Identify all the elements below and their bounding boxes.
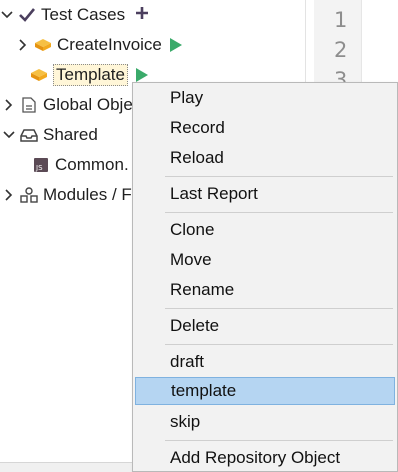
menu-item-draft[interactable]: draft: [135, 348, 395, 376]
tree-node-label: CreateInvoice: [57, 35, 162, 54]
tree-node-label: Modules / F: [43, 185, 132, 204]
chevron-right-icon[interactable]: [2, 187, 16, 203]
menu-separator: [165, 440, 393, 441]
tree-node-template[interactable]: Template: [30, 62, 148, 88]
tree-node-label: Common.: [55, 155, 129, 174]
menu-item-add-repository-object[interactable]: Add Repository Object: [135, 444, 395, 472]
tree-node-label: Test Cases: [41, 5, 126, 24]
document-icon: [20, 96, 38, 114]
menu-item-template[interactable]: template: [135, 377, 395, 405]
play-icon[interactable]: [169, 38, 182, 52]
menu-item-play[interactable]: Play: [135, 84, 395, 112]
tree-node-shared[interactable]: Shared: [2, 122, 98, 148]
test-case-icon: [30, 66, 48, 84]
line-number: 1: [334, 8, 348, 32]
menu-item-delete[interactable]: Delete: [135, 312, 395, 340]
inbox-icon: [20, 126, 38, 144]
svg-text:JS: JS: [35, 164, 43, 172]
play-icon[interactable]: [135, 68, 148, 82]
menu-separator: [165, 308, 393, 309]
context-menu: Play Record Reload Last Report Clone Mov…: [132, 82, 398, 472]
plus-icon[interactable]: [135, 5, 149, 25]
line-number: 2: [334, 38, 348, 62]
menu-item-clone[interactable]: Clone: [135, 216, 395, 244]
menu-item-reload[interactable]: Reload: [135, 144, 395, 172]
menu-separator: [165, 212, 393, 213]
tree-node-label: Shared: [43, 125, 98, 144]
menu-separator: [165, 344, 393, 345]
test-case-icon: [34, 36, 52, 54]
tree-node-label: Global Obje: [43, 95, 133, 114]
chevron-right-icon[interactable]: [2, 97, 16, 113]
tree-node-modules[interactable]: Modules / F: [2, 182, 132, 208]
chevron-down-icon[interactable]: [0, 7, 14, 23]
modules-icon: [20, 186, 38, 204]
checkmark-icon: [18, 6, 36, 24]
tree-node-create-invoice[interactable]: CreateInvoice: [16, 32, 182, 58]
menu-separator: [165, 176, 393, 177]
menu-item-move[interactable]: Move: [135, 246, 395, 274]
tree-node-common[interactable]: JS Common.: [32, 152, 129, 178]
tree-node-label: Template: [53, 64, 128, 86]
menu-item-skip[interactable]: skip: [135, 408, 395, 436]
menu-item-rename[interactable]: Rename: [135, 276, 395, 304]
tree-node-test-cases[interactable]: Test Cases: [0, 2, 149, 28]
chevron-right-icon[interactable]: [16, 37, 30, 53]
javascript-file-icon: JS: [32, 156, 50, 174]
chevron-down-icon[interactable]: [2, 127, 16, 143]
tree-node-global-objects[interactable]: Global Obje: [2, 92, 133, 118]
menu-item-last-report[interactable]: Last Report: [135, 180, 395, 208]
menu-item-record[interactable]: Record: [135, 114, 395, 142]
